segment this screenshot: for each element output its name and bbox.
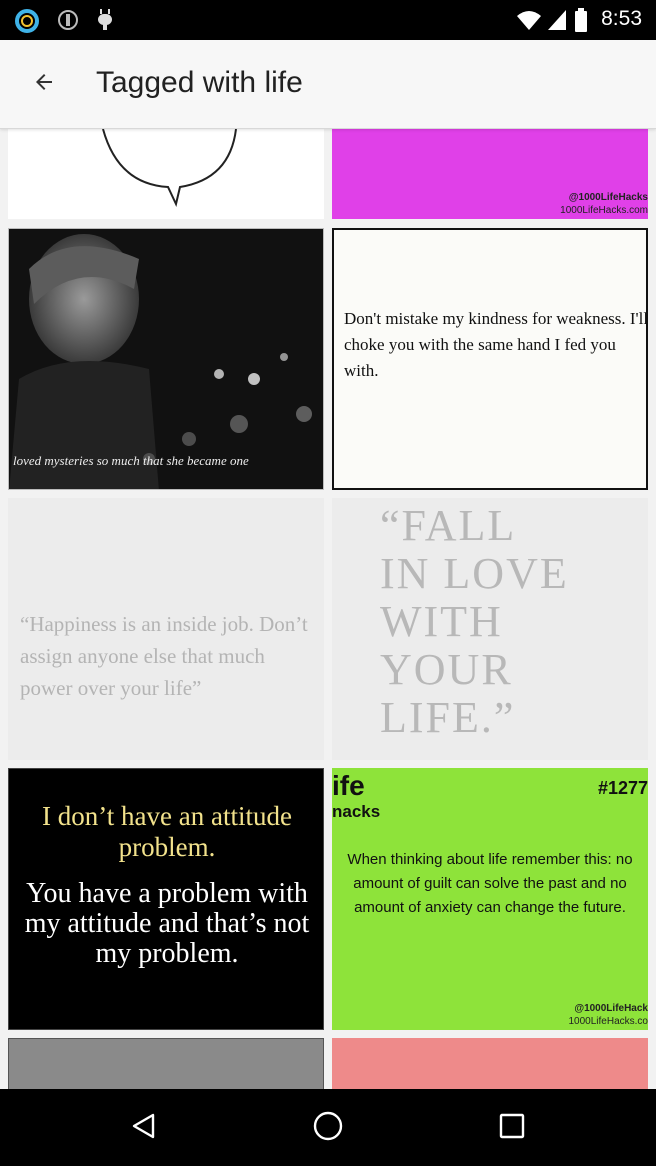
grid-tile[interactable] [332,1038,648,1089]
quote-line: LIFE.” [380,693,516,742]
brand-bottom: nacks [332,802,381,821]
grid-tile[interactable] [8,129,324,219]
navigation-bar [0,1089,656,1166]
wifi-icon [516,8,542,37]
arrow-back-icon [32,70,56,99]
alert-icon [56,8,80,37]
quote-line: “FALL [380,501,517,550]
grid-tile[interactable]: Don't mistake my kindness for weakness. … [332,228,648,490]
tile-quote-line2: You have a problem with my attitude and … [24,878,310,969]
nav-recents-icon [498,1112,526,1145]
tile-quote: Don't mistake my kindness for weakness. … [344,309,648,380]
grid-tile[interactable]: ife nacks #1277 When thinking about life… [332,768,648,1030]
status-bar: 8:53 [0,0,656,40]
grid-tile[interactable]: “Happiness is an inside job. Don’t assig… [8,498,324,760]
tile-site: 1000LifeHacks.co [568,1016,649,1027]
back-button[interactable] [20,60,68,108]
app-bar: Tagged with life [0,40,656,129]
page-title: Tagged with life [96,66,303,99]
tile-handle: @1000LifeHacks [568,192,648,203]
signal-icon [546,8,568,37]
tile-site: 1000LifeHacks.com [560,205,648,216]
grid-tile[interactable]: @1000LifeHacks 1000LifeHacks.com [332,129,648,219]
nav-home-icon [312,1110,344,1147]
photo-woman-night [9,229,323,489]
quote-line: IN LOVE [380,549,569,598]
nav-recents-button[interactable] [482,1103,542,1153]
tile-quote-line1: I don’t have an attitude problem. [42,801,292,862]
grid-tile[interactable]: I don’t have an attitude problem. You ha… [8,768,324,1030]
grid-tile[interactable] [8,1038,324,1089]
nav-home-button[interactable] [298,1103,358,1153]
image-grid: @1000LifeHacks 1000LifeHacks.com loved m… [0,129,656,1089]
clock: 8:53 [601,7,642,30]
nav-back-button[interactable] [114,1103,174,1153]
tile-quote: “Happiness is an inside job. Don’t assig… [20,612,308,700]
android-icon [94,8,116,37]
grid-tile[interactable]: “FALL IN LOVE WITH YOUR LIFE.” [332,498,648,760]
brand-top: ife [332,770,365,801]
tile-number: #1277 [597,778,648,798]
quote-line: WITH [380,597,503,646]
tile-handle: @1000LifeHack [574,1003,648,1014]
tile-caption: loved mysteries so much that she became … [13,453,249,468]
tile-quote-lines: “FALL IN LOVE WITH YOUR LIFE.” [380,502,640,742]
grid-tile[interactable]: loved mysteries so much that she became … [8,228,324,490]
quote-line: YOUR [380,645,513,694]
tile-text: When thinking about life remember this: … [347,851,633,916]
speech-bubble-drawing [102,129,237,208]
battery-icon [574,8,588,37]
nav-back-icon [129,1111,159,1146]
sync-circle-icon [14,8,40,39]
